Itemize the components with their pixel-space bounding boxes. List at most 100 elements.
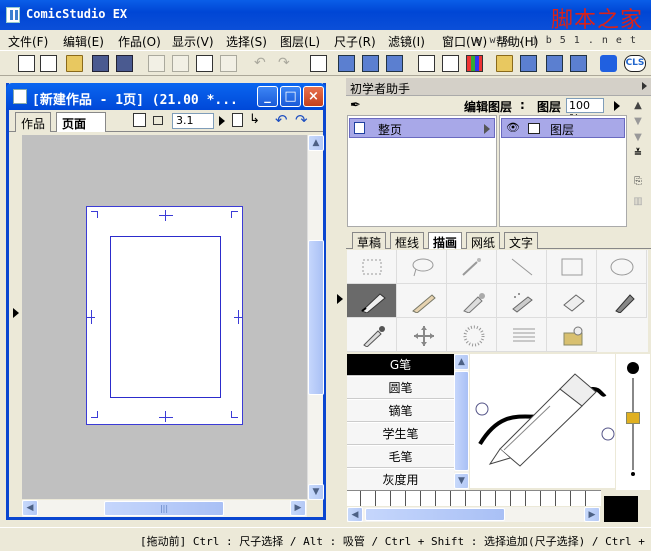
menu-select[interactable]: 选择(S): [226, 33, 267, 50]
pen-list-scrollbar[interactable]: ▲ ▼: [454, 354, 469, 490]
line-tool[interactable]: [497, 250, 547, 284]
tool-horizontal-scrollbar[interactable]: ◀ ▶: [347, 507, 600, 522]
magic-wand-tool[interactable]: [447, 250, 497, 284]
rotate-left-icon[interactable]: ↶: [275, 111, 288, 129]
swatch[interactable]: [407, 491, 421, 506]
merge-icon[interactable]: ≚: [631, 148, 645, 162]
swatch[interactable]: [542, 491, 556, 506]
document-vertical-scrollbar[interactable]: ▲ ▼: [307, 135, 324, 500]
history-icon[interactable]: [546, 55, 563, 72]
swatch[interactable]: [557, 491, 571, 506]
size-thumb[interactable]: [626, 412, 640, 424]
horizontal-scroll-thumb[interactable]: |||: [104, 501, 224, 516]
parallel-line-tool[interactable]: [497, 318, 547, 352]
current-color-box[interactable]: [604, 496, 638, 522]
swatch[interactable]: [452, 491, 466, 506]
assistant-icon[interactable]: [600, 55, 617, 72]
menu-file[interactable]: 文件(F): [8, 33, 48, 50]
layer-view-icon[interactable]: [386, 55, 403, 72]
rotate-right-icon[interactable]: ↷: [295, 111, 308, 129]
menu-view[interactable]: 显示(V): [172, 33, 214, 50]
page-new-icon[interactable]: [232, 113, 243, 127]
swatch[interactable]: [362, 491, 376, 506]
move-up-icon[interactable]: ▲: [631, 100, 645, 114]
swatch[interactable]: [467, 491, 481, 506]
page-next-icon[interactable]: [219, 116, 225, 126]
zoom-input[interactable]: 100 %: [566, 98, 604, 125]
ellipse-tool[interactable]: [597, 250, 647, 284]
copy-icon[interactable]: [172, 55, 189, 72]
page-fit-icon[interactable]: [153, 116, 163, 125]
maximize-button[interactable]: □: [280, 86, 301, 107]
material-tool[interactable]: [547, 318, 597, 352]
close-button[interactable]: ×: [303, 86, 324, 107]
pen-preset-round-pen[interactable]: 圆笔: [347, 377, 454, 399]
vertical-scroll-thumb[interactable]: [308, 240, 324, 395]
tab-text[interactable]: 文字: [504, 232, 539, 250]
pen-preset-spoon-pen[interactable]: 镝笔: [347, 400, 454, 422]
page-settings-icon[interactable]: [133, 113, 146, 127]
new-layer-icon[interactable]: ⎘: [631, 176, 645, 190]
menu-ruler[interactable]: 尺子(R): [334, 33, 376, 50]
airbrush-tool[interactable]: [497, 284, 547, 318]
swatch[interactable]: [527, 491, 541, 506]
brush-tool[interactable]: [447, 284, 497, 318]
swatch[interactable]: [392, 491, 406, 506]
pen-scroll-thumb[interactable]: [454, 371, 469, 471]
page-view-icon[interactable]: [362, 55, 379, 72]
print-icon[interactable]: [310, 55, 327, 72]
cls-logo-icon[interactable]: CLS: [624, 55, 646, 72]
save-icon[interactable]: [92, 55, 109, 72]
expand-right-icon[interactable]: [337, 294, 343, 304]
minimize-button[interactable]: _: [257, 86, 278, 107]
pen-tool[interactable]: [347, 284, 397, 318]
new-document-icon[interactable]: [18, 55, 35, 72]
move-down-icon[interactable]: ▼: [631, 116, 645, 130]
tab-draw[interactable]: 描画: [428, 232, 463, 250]
scroll-down-icon[interactable]: ▼: [454, 473, 469, 489]
pen-preset-gray[interactable]: 灰度用: [347, 469, 454, 491]
scroll-up-icon[interactable]: ▲: [454, 354, 469, 370]
left-collapse-strip[interactable]: [9, 132, 22, 500]
panel-frame[interactable]: [110, 236, 221, 398]
swatch[interactable]: [347, 491, 361, 506]
page-turn-icon[interactable]: ↳: [249, 112, 260, 127]
scroll-down-icon[interactable]: ▼: [308, 484, 324, 500]
page-number-input[interactable]: 3.1: [172, 113, 214, 129]
eye-icon[interactable]: 👁: [506, 121, 520, 134]
fill-pen-tool[interactable]: [597, 284, 647, 318]
redo-icon[interactable]: ↷: [278, 55, 295, 72]
scroll-up-icon[interactable]: ▲: [308, 135, 324, 151]
tree-expand-icon[interactable]: [484, 124, 490, 134]
material-icon[interactable]: [496, 55, 513, 72]
swatch[interactable]: [422, 491, 436, 506]
pen-preset-student-pen[interactable]: 学生笔: [347, 423, 454, 445]
swatch[interactable]: [377, 491, 391, 506]
scroll-left-icon[interactable]: ◀: [22, 500, 38, 516]
pen-preset-brush[interactable]: 毛笔: [347, 446, 454, 468]
swatch[interactable]: [437, 491, 451, 506]
menu-works[interactable]: 作品(O): [118, 33, 161, 50]
menu-edit[interactable]: 编辑(E): [63, 33, 104, 50]
eraser-tool[interactable]: [547, 284, 597, 318]
undo-icon[interactable]: ↶: [254, 55, 271, 72]
layer-item[interactable]: 👁 图层: [501, 118, 625, 138]
action-icon[interactable]: [570, 55, 587, 72]
navigator-icon[interactable]: [442, 55, 459, 72]
pen-preset-g-pen[interactable]: G笔: [347, 354, 454, 376]
document-horizontal-scrollbar[interactable]: ◀ ||| ▶: [22, 500, 307, 517]
new-page-icon[interactable]: [40, 55, 57, 72]
scroll-right-icon[interactable]: ▶: [290, 500, 306, 516]
cut-icon[interactable]: [148, 55, 165, 72]
swatch[interactable]: [512, 491, 526, 506]
tree-item-page[interactable]: 整页: [349, 118, 495, 138]
story-view-icon[interactable]: [338, 55, 355, 72]
swatch[interactable]: [482, 491, 496, 506]
scroll-right-icon[interactable]: ▶: [584, 507, 600, 522]
clear-icon[interactable]: [220, 55, 237, 72]
rect-select-tool[interactable]: [347, 250, 397, 284]
move-bottom-icon[interactable]: ▼: [631, 132, 645, 146]
open-folder-icon[interactable]: [66, 55, 83, 72]
tool-option-icon[interactable]: [520, 55, 537, 72]
save-as-icon[interactable]: [116, 55, 133, 72]
